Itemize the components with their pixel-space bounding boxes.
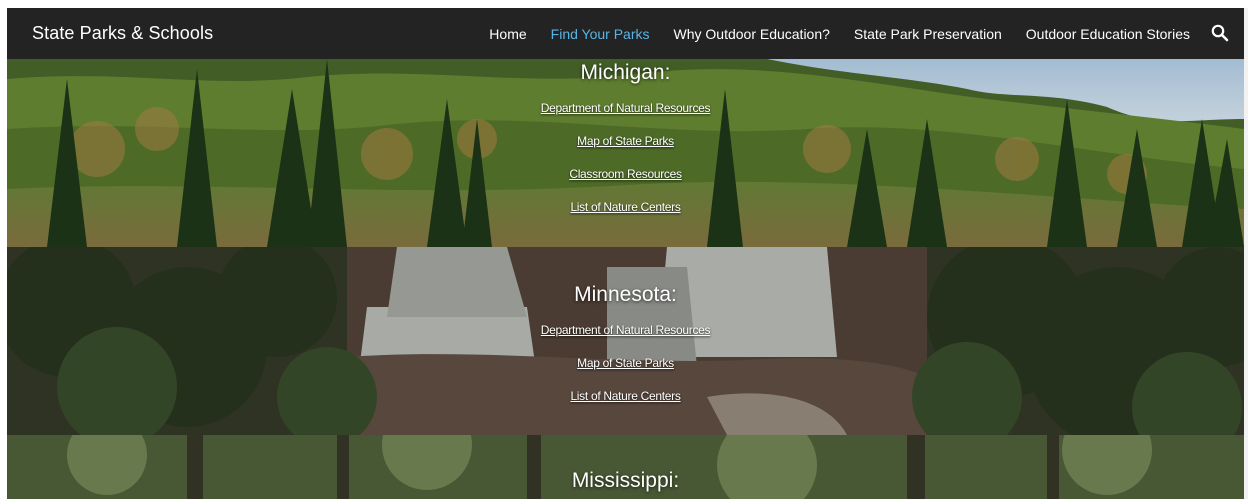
- site-title[interactable]: State Parks & Schools: [32, 8, 213, 59]
- link-michigan-map-of-state-parks[interactable]: Map of State Parks: [577, 134, 674, 148]
- link-row: Department of Natural Resources: [7, 101, 1244, 115]
- section-michigan: Michigan: Department of Natural Resource…: [7, 59, 1244, 247]
- forest-background-image: [7, 59, 1244, 247]
- link-row: Map of State Parks: [7, 356, 1244, 370]
- nav-item-state-park-preservation[interactable]: State Park Preservation: [854, 26, 1002, 42]
- link-row: Department of Natural Resources: [7, 323, 1244, 337]
- top-margin: [0, 0, 1248, 8]
- link-row: List of Nature Centers: [7, 200, 1244, 214]
- page-frame: State Parks & Schools Home Find Your Par…: [0, 0, 1248, 499]
- link-minnesota-map-of-state-parks[interactable]: Map of State Parks: [577, 356, 674, 370]
- section-mississippi: Mississippi:: [7, 435, 1244, 499]
- section-minnesota: Minnesota: Department of Natural Resourc…: [7, 247, 1244, 435]
- search-icon[interactable]: [1210, 23, 1230, 43]
- scrollbar-track[interactable]: [1244, 8, 1248, 499]
- site-header: State Parks & Schools Home Find Your Par…: [7, 8, 1244, 59]
- link-michigan-nature-centers[interactable]: List of Nature Centers: [570, 200, 680, 214]
- state-title-michigan: Michigan:: [580, 61, 671, 84]
- link-michigan-dnr[interactable]: Department of Natural Resources: [541, 101, 711, 115]
- state-title-minnesota: Minnesota:: [574, 283, 677, 306]
- link-row: Classroom Resources: [7, 167, 1244, 181]
- link-row: Map of State Parks: [7, 134, 1244, 148]
- nav-item-home[interactable]: Home: [489, 26, 526, 42]
- nav-item-why-outdoor-education[interactable]: Why Outdoor Education?: [674, 26, 830, 42]
- left-margin: [0, 8, 7, 499]
- nav-item-find-your-parks[interactable]: Find Your Parks: [551, 26, 650, 42]
- state-title-mississippi: Mississippi:: [571, 469, 680, 492]
- main-nav: Home Find Your Parks Why Outdoor Educati…: [465, 8, 1190, 59]
- link-michigan-classroom-resources[interactable]: Classroom Resources: [569, 167, 682, 181]
- nav-item-outdoor-education-stories[interactable]: Outdoor Education Stories: [1026, 26, 1190, 42]
- link-minnesota-nature-centers[interactable]: List of Nature Centers: [570, 389, 680, 403]
- waterfall-background-image: [7, 247, 1244, 435]
- link-minnesota-dnr[interactable]: Department of Natural Resources: [541, 323, 711, 337]
- link-row: List of Nature Centers: [7, 389, 1244, 403]
